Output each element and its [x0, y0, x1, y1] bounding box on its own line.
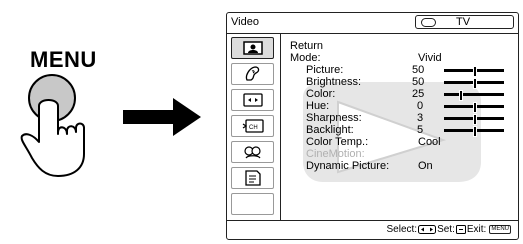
hue-label[interactable]: Hue: [306, 100, 329, 112]
tv-osd-menu: Video TV CH Return Mode: Vivid Picture: … [226, 12, 519, 240]
picture-label[interactable]: Picture: [306, 64, 343, 76]
sound-icon[interactable] [231, 63, 274, 85]
picture-value: 50 [412, 64, 425, 76]
menu-key-icon: MENU [489, 225, 511, 234]
dynamic-picture-value: On [418, 160, 433, 172]
slider-knob [473, 78, 477, 89]
slider-knob [473, 114, 477, 125]
osd-menu-content: Return Mode: Vivid Picture: 50 Brightnes… [281, 34, 518, 221]
joystick-icon [418, 225, 437, 234]
empty-icon-slot [231, 193, 274, 215]
osd-icon-column: CH [227, 34, 281, 221]
svg-text:CH: CH [249, 125, 258, 131]
mode-value: Vivid [418, 52, 442, 64]
brightness-value: 50 [412, 76, 425, 88]
set-hint-label: Set: [437, 224, 455, 235]
slider-knob [458, 90, 463, 101]
dynamic-picture-label[interactable]: Dynamic Picture: [306, 160, 389, 172]
osd-titlebar: Video TV [227, 13, 518, 34]
enter-button-icon [455, 225, 466, 234]
osd-title: Video [231, 16, 259, 28]
input-label: TV [456, 16, 471, 28]
arrow-right-icon [123, 98, 201, 136]
select-hint-label: Select: [386, 224, 418, 235]
cinemotion-label: CineMotion: [306, 148, 365, 160]
exit-hint-label: Exit: [466, 224, 487, 235]
picture-slider[interactable] [444, 66, 504, 77]
setup-icon[interactable] [231, 167, 274, 189]
input-indicator: TV [415, 15, 514, 29]
osd-footer: Select: Set: Exit: MENU [227, 220, 518, 239]
mode-label[interactable]: Mode: [290, 52, 321, 64]
color-value: 25 [412, 88, 425, 100]
sharpness-slider[interactable] [444, 114, 504, 125]
slider-knob [473, 102, 477, 113]
channel-setup-icon[interactable]: CH [231, 115, 274, 137]
brightness-slider[interactable] [444, 78, 504, 89]
footer-hints: Select: Set: Exit: MENU [387, 224, 514, 235]
color-label[interactable]: Color: [306, 88, 335, 100]
backlight-label[interactable]: Backlight: [306, 124, 354, 136]
return-item[interactable]: Return [290, 40, 323, 52]
screen-icon[interactable] [231, 89, 274, 111]
hue-slider[interactable] [444, 102, 504, 113]
slider-knob [473, 126, 477, 137]
color-slider[interactable] [444, 90, 504, 101]
parental-lock-icon[interactable] [231, 141, 274, 163]
color-temp-label[interactable]: Color Temp.: [306, 136, 368, 148]
picture-icon[interactable] [231, 37, 274, 59]
slider-knob [473, 66, 477, 77]
hand-pressing-menu-button-icon [20, 74, 85, 177]
brightness-label[interactable]: Brightness: [306, 76, 361, 88]
backlight-value: 5 [417, 124, 424, 136]
backlight-slider[interactable] [444, 126, 504, 137]
hue-value: 0 [417, 100, 424, 112]
sharpness-label[interactable]: Sharpness: [306, 112, 362, 124]
color-temp-value: Cool [418, 136, 441, 148]
sharpness-value: 3 [417, 112, 424, 124]
input-pill-icon [421, 18, 436, 27]
